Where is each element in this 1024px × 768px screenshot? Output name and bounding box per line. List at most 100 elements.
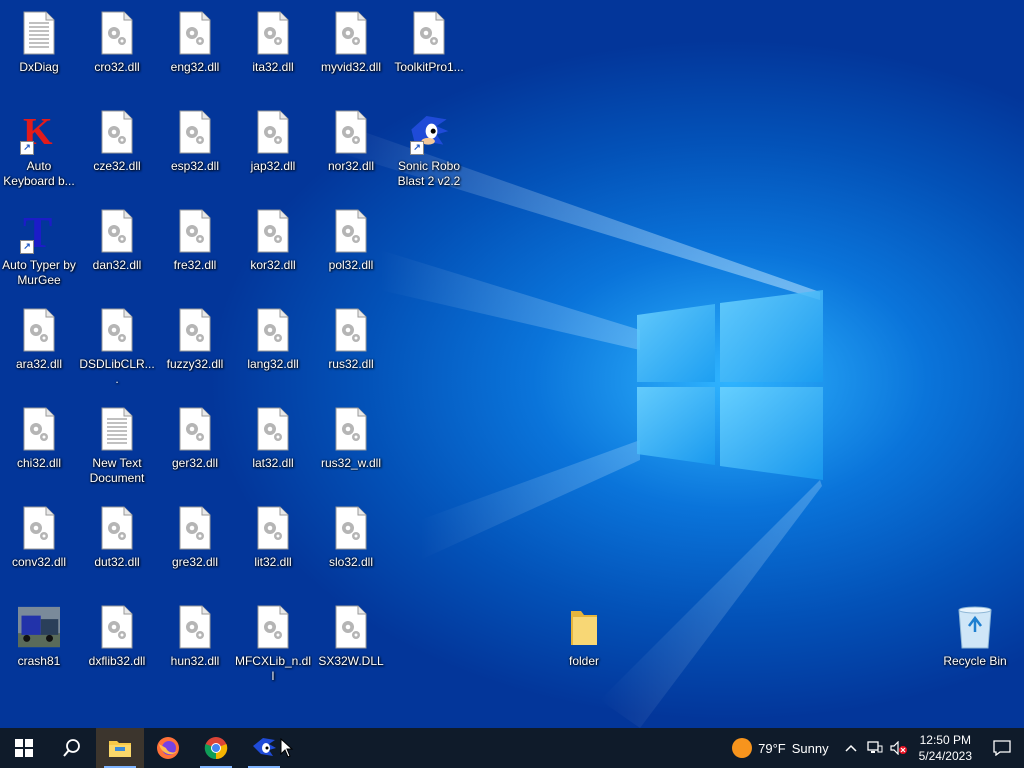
desktop-icon-sonic-robo-blast-2-v2-2[interactable]: ↗ Sonic Robo Blast 2 v2.2 bbox=[390, 101, 468, 197]
desktop-icon-eng32-dll[interactable]: eng32.dll bbox=[156, 2, 234, 98]
dll-file-icon bbox=[252, 208, 294, 254]
dll-file-icon bbox=[330, 604, 372, 650]
desktop-icon-esp32-dll[interactable]: esp32.dll bbox=[156, 101, 234, 197]
shortcut-arrow-icon: ↗ bbox=[20, 240, 34, 254]
desktop-icon-label: Recycle Bin bbox=[943, 654, 1007, 668]
dll-file-icon bbox=[330, 10, 372, 56]
desktop-icon-new-text-document[interactable]: New Text Document bbox=[78, 398, 156, 494]
desktop-icon-lat32-dll[interactable]: lat32.dll bbox=[234, 398, 312, 494]
desktop-icon-label: MFCXLib_n.dll bbox=[234, 654, 312, 683]
text-document-icon bbox=[18, 10, 60, 56]
volume-muted-icon[interactable] bbox=[887, 728, 911, 768]
desktop-icon-dut32-dll[interactable]: dut32.dll bbox=[78, 497, 156, 593]
desktop-icon-mfcxlib-n-dll[interactable]: MFCXLib_n.dll bbox=[234, 596, 312, 692]
desktop-icon-lit32-dll[interactable]: lit32.dll bbox=[234, 497, 312, 593]
desktop-icon-toolkitpro1[interactable]: ToolkitPro1... bbox=[390, 2, 468, 98]
clock-time: 12:50 PM bbox=[919, 733, 971, 747]
dll-file-icon bbox=[330, 109, 372, 155]
desktop-icon-cro32-dll[interactable]: cro32.dll bbox=[78, 2, 156, 98]
desktop[interactable]: DxDiag cro32.dll eng32.dll ita32.dll myv… bbox=[0, 0, 1024, 728]
desktop-icon-label: jap32.dll bbox=[250, 159, 296, 173]
desktop-icon-label: hun32.dll bbox=[170, 654, 220, 668]
desktop-icon-conv32-dll[interactable]: conv32.dll bbox=[0, 497, 78, 593]
desktop-icon-kor32-dll[interactable]: kor32.dll bbox=[234, 200, 312, 296]
desktop-icon-pol32-dll[interactable]: pol32.dll bbox=[312, 200, 390, 296]
clock[interactable]: 12:50 PM 5/24/2023 bbox=[911, 732, 980, 764]
desktop-icon-label: conv32.dll bbox=[11, 555, 67, 569]
desktop-icon-cze32-dll[interactable]: cze32.dll bbox=[78, 101, 156, 197]
search-button[interactable] bbox=[48, 728, 96, 768]
desktop-icon-sx32w-dll[interactable]: SX32W.DLL bbox=[312, 596, 390, 692]
dll-file-icon bbox=[96, 208, 138, 254]
taskbar-chrome[interactable] bbox=[192, 728, 240, 768]
dll-file-icon bbox=[330, 505, 372, 551]
desktop-icon-hun32-dll[interactable]: hun32.dll bbox=[156, 596, 234, 692]
dll-file-icon bbox=[252, 10, 294, 56]
recycle-bin-icon bbox=[954, 604, 996, 650]
chevron-up-icon[interactable] bbox=[839, 728, 863, 768]
desktop-icon-label: fuzzy32.dll bbox=[166, 357, 224, 371]
desktop-icon-ger32-dll[interactable]: ger32.dll bbox=[156, 398, 234, 494]
desktop-icon-auto-typer-by-murgee[interactable]: T ↗ Auto Typer by MurGee bbox=[0, 200, 78, 296]
truck-image-icon bbox=[18, 604, 60, 650]
network-icon[interactable] bbox=[863, 728, 887, 768]
clock-date: 5/24/2023 bbox=[918, 749, 972, 763]
desktop-icon-ita32-dll[interactable]: ita32.dll bbox=[234, 2, 312, 98]
taskbar-sonic-robo-blast[interactable] bbox=[240, 728, 288, 768]
desktop-icon-label: SX32W.DLL bbox=[318, 654, 384, 668]
dll-file-icon bbox=[174, 406, 216, 452]
weather-widget[interactable]: 79°F Sunny bbox=[722, 738, 838, 758]
dll-file-icon bbox=[18, 307, 60, 353]
desktop-icon-chi32-dll[interactable]: chi32.dll bbox=[0, 398, 78, 494]
desktop-icon-dsdlibclr[interactable]: DSDLibCLR.... bbox=[78, 299, 156, 395]
desktop-icon-rus32-dll[interactable]: rus32.dll bbox=[312, 299, 390, 395]
desktop-icon-ara32-dll[interactable]: ara32.dll bbox=[0, 299, 78, 395]
desktop-icon-label: New Text Document bbox=[89, 456, 145, 485]
desktop-icon-auto-keyboard-b[interactable]: K ↗ Auto Keyboard b... bbox=[0, 101, 78, 197]
start-button[interactable] bbox=[0, 728, 48, 768]
desktop-icon-label: nor32.dll bbox=[327, 159, 375, 173]
notification-center-button[interactable] bbox=[980, 728, 1024, 768]
weather-temp: 79°F bbox=[758, 740, 786, 756]
desktop-icon-nor32-dll[interactable]: nor32.dll bbox=[312, 101, 390, 197]
desktop-icon-dxflib32-dll[interactable]: dxflib32.dll bbox=[78, 596, 156, 692]
desktop-icon-dxdiag[interactable]: DxDiag bbox=[0, 2, 78, 98]
dll-file-icon bbox=[252, 307, 294, 353]
dll-file-icon bbox=[96, 109, 138, 155]
desktop-icon-jap32-dll[interactable]: jap32.dll bbox=[234, 101, 312, 197]
shortcut-arrow-icon: ↗ bbox=[20, 141, 34, 155]
desktop-icon-label: lat32.dll bbox=[252, 456, 294, 470]
dll-file-icon bbox=[252, 406, 294, 452]
dll-file-icon bbox=[96, 604, 138, 650]
dll-file-icon bbox=[18, 505, 60, 551]
desktop-icon-label: slo32.dll bbox=[328, 555, 374, 569]
taskbar-file-explorer[interactable] bbox=[96, 728, 144, 768]
desktop-icon-label: rus32.dll bbox=[328, 357, 374, 371]
desktop-icon-label: cze32.dll bbox=[93, 159, 141, 173]
windows-logo-icon bbox=[15, 739, 33, 757]
desktop-icon-rus32-w-dll[interactable]: rus32_w.dll bbox=[312, 398, 390, 494]
desktop-icon-myvid32-dll[interactable]: myvid32.dll bbox=[312, 2, 390, 98]
desktop-icon-lang32-dll[interactable]: lang32.dll bbox=[234, 299, 312, 395]
search-icon bbox=[63, 739, 80, 757]
desktop-icon-label: DSDLibCLR.... bbox=[79, 357, 155, 386]
sonic-icon: ↗ bbox=[408, 109, 450, 155]
desktop-icon-label: ita32.dll bbox=[252, 60, 294, 74]
dll-file-icon bbox=[174, 307, 216, 353]
desktop-icon-label: Auto Keyboard b... bbox=[3, 159, 75, 188]
weather-condition: Sunny bbox=[791, 740, 829, 756]
dll-file-icon bbox=[174, 604, 216, 650]
desktop-icon-folder[interactable]: folder bbox=[545, 596, 623, 692]
desktop-icon-label: dxflib32.dll bbox=[88, 654, 146, 668]
desktop-icon-label: ToolkitPro1... bbox=[394, 60, 464, 74]
desktop-icon-fuzzy32-dll[interactable]: fuzzy32.dll bbox=[156, 299, 234, 395]
dll-file-icon bbox=[408, 10, 450, 56]
desktop-icon-recycle-bin[interactable]: Recycle Bin bbox=[936, 596, 1014, 692]
dll-file-icon bbox=[252, 109, 294, 155]
taskbar-firefox[interactable] bbox=[144, 728, 192, 768]
desktop-icon-gre32-dll[interactable]: gre32.dll bbox=[156, 497, 234, 593]
desktop-icon-crash81[interactable]: crash81 bbox=[0, 596, 78, 692]
desktop-icon-slo32-dll[interactable]: slo32.dll bbox=[312, 497, 390, 593]
desktop-icon-dan32-dll[interactable]: dan32.dll bbox=[78, 200, 156, 296]
desktop-icon-fre32-dll[interactable]: fre32.dll bbox=[156, 200, 234, 296]
